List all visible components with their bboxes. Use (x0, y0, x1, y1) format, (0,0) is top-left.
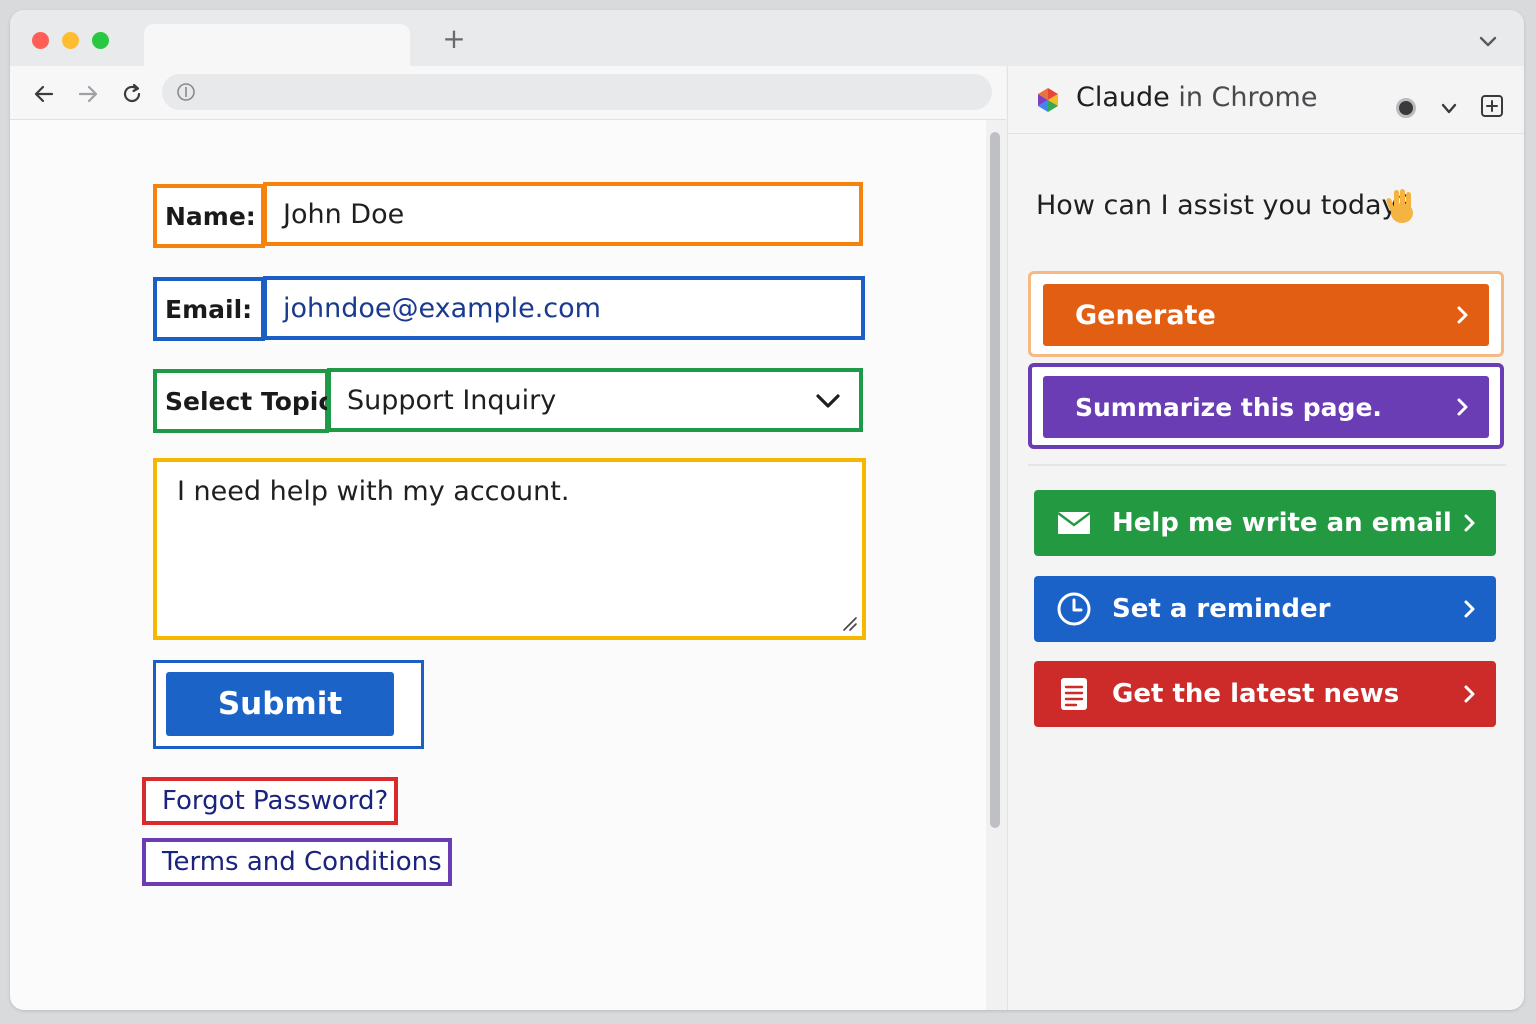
divider (1028, 464, 1506, 466)
set-reminder-button[interactable]: Set a reminder (1034, 576, 1496, 642)
generate-button[interactable]: Generate (1043, 284, 1489, 346)
topic-label: Select Topic: (153, 369, 343, 433)
summarize-button[interactable]: Summarize this page. (1043, 376, 1489, 438)
message-text: I need help with my account. (177, 476, 570, 507)
envelope-icon (1057, 512, 1091, 534)
latest-news-button[interactable]: Get the latest news (1034, 661, 1496, 727)
email-label: Email: (153, 277, 265, 341)
topic-selected-value: Support Inquiry (347, 384, 557, 416)
name-label: Name: (153, 184, 265, 248)
chevron-down-icon[interactable] (1476, 32, 1500, 50)
panel-header: Claude in Chrome (1008, 66, 1524, 134)
new-chat-icon[interactable] (1480, 94, 1504, 118)
chevron-right-icon (1457, 398, 1468, 416)
panel-title: Claude in Chrome (1076, 82, 1317, 113)
generate-label: Generate (1075, 299, 1216, 331)
page-scrollbar[interactable] (986, 120, 1006, 1010)
submit-button-frame: Submit (153, 660, 424, 749)
title-bar: + (10, 10, 1524, 68)
web-page: Name: John Doe Email: johndoe@example.co… (10, 120, 986, 1010)
generate-button-frame: Generate (1028, 271, 1504, 357)
address-bar[interactable] (162, 74, 992, 110)
back-arrow-icon[interactable] (30, 80, 58, 108)
submit-button[interactable]: Submit (166, 672, 394, 736)
panel-title-suffix: in Chrome (1169, 82, 1318, 113)
resize-handle-icon[interactable] (842, 616, 858, 632)
chevron-right-icon (1457, 306, 1468, 324)
set-reminder-label: Set a reminder (1112, 594, 1331, 624)
scrollbar-thumb[interactable] (990, 132, 1000, 828)
chevron-down-icon[interactable] (1440, 102, 1458, 116)
record-icon[interactable] (1396, 98, 1416, 118)
message-textarea[interactable]: I need help with my account. (153, 458, 866, 640)
chevron-right-icon (1464, 514, 1475, 532)
name-input[interactable]: John Doe (263, 182, 863, 246)
browser-window: + Name: John Doe Email: johndoe@example.… (10, 10, 1524, 1010)
browser-tab[interactable] (144, 24, 410, 68)
chevron-right-icon (1464, 600, 1475, 618)
site-info-icon[interactable] (176, 82, 196, 102)
terms-link[interactable]: Terms and Conditions (142, 838, 452, 886)
forgot-password-link[interactable]: Forgot Password? (142, 777, 398, 825)
write-email-button[interactable]: Help me write an email (1034, 490, 1496, 556)
chevron-right-icon (1464, 685, 1475, 703)
minimize-window-button[interactable] (62, 32, 79, 49)
new-tab-button[interactable]: + (440, 24, 468, 54)
claude-logo-icon (1038, 88, 1058, 112)
topic-select[interactable]: Support Inquiry (327, 368, 863, 432)
claude-side-panel: Claude in Chrome How can I assist you to… (1007, 66, 1524, 1010)
panel-title-brand: Claude (1076, 82, 1170, 113)
clock-icon (1057, 592, 1091, 626)
chevron-down-icon (816, 394, 840, 408)
greeting-text: How can I assist you today? (1036, 190, 1412, 221)
close-window-button[interactable] (32, 32, 49, 49)
summarize-label: Summarize this page. (1075, 392, 1382, 422)
document-icon (1061, 678, 1087, 710)
forward-arrow-icon[interactable] (74, 80, 102, 108)
latest-news-label: Get the latest news (1112, 679, 1400, 709)
reload-icon[interactable] (118, 80, 146, 108)
email-input[interactable]: johndoe@example.com (263, 276, 865, 340)
maximize-window-button[interactable] (92, 32, 109, 49)
write-email-label: Help me write an email (1112, 508, 1452, 538)
waving-hand-icon (1386, 189, 1413, 223)
browser-toolbar (10, 66, 1006, 120)
summarize-button-frame: Summarize this page. (1028, 363, 1504, 449)
